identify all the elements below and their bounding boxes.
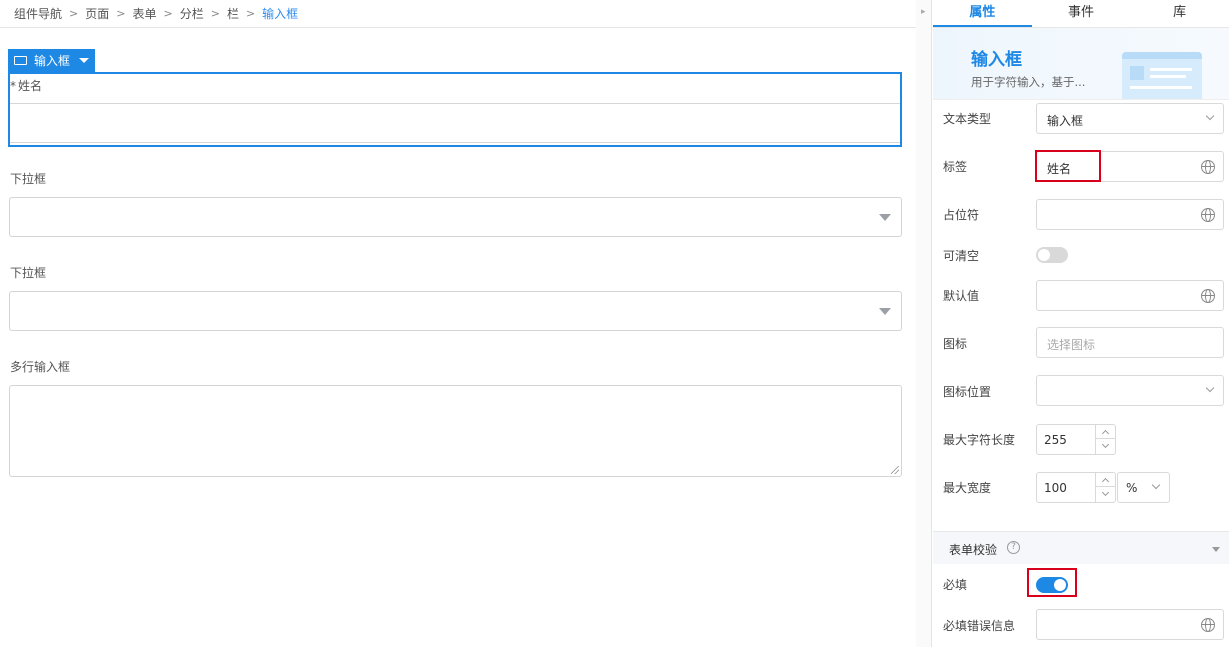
max-length-value: 255 (1044, 433, 1067, 447)
clearable-toggle[interactable] (1036, 247, 1068, 263)
globe-icon[interactable] (1201, 160, 1215, 174)
component-illustration-icon (1122, 52, 1202, 99)
required-highlight-box (1027, 568, 1077, 597)
breadcrumb-separator-icon: > (210, 7, 220, 20)
property-panel: 属性 事件 库 输入框 用于字符输入，基于... 文本类型 输入框 标签 姓名 (933, 0, 1229, 647)
max-width-unit: % (1126, 481, 1138, 495)
max-width-value: 100 (1044, 481, 1067, 495)
selected-component-name: 输入框 (34, 54, 71, 68)
icon-picker-placeholder: 选择图标 (1047, 338, 1096, 352)
placeholder-input[interactable] (1036, 199, 1224, 230)
name-field-label: * 姓名 (10, 77, 42, 94)
icon-position-select[interactable] (1036, 375, 1224, 406)
validation-section-header[interactable]: 表单校验 ? (933, 531, 1229, 564)
max-width-unit-select[interactable]: % (1117, 472, 1170, 503)
breadcrumb-item-page[interactable]: 页面 (85, 5, 109, 22)
icon-picker[interactable]: 选择图标 (1036, 327, 1224, 358)
caret-down-icon[interactable] (1212, 547, 1220, 552)
icon-position-label: 图标位置 (943, 385, 992, 399)
input-component-icon (14, 56, 27, 65)
globe-icon[interactable] (1201, 289, 1215, 303)
breadcrumb-separator-icon: > (116, 7, 126, 20)
required-mark: * (10, 79, 16, 93)
placeholder-prop-label: 占位符 (943, 208, 980, 222)
globe-icon[interactable] (1201, 208, 1215, 222)
panel-collapse-strip[interactable]: ▸ (916, 0, 932, 647)
required-label: 必填 (943, 578, 968, 592)
panel-tabs: 属性 事件 库 (933, 0, 1229, 28)
decrement-icon[interactable] (1096, 439, 1115, 453)
multiline-textarea[interactable] (9, 385, 902, 477)
default-value-input[interactable] (1036, 280, 1224, 311)
component-hero: 输入框 用于字符输入，基于... (933, 28, 1229, 100)
dropdown-2-label: 下拉框 (10, 266, 47, 280)
required-error-label: 必填错误信息 (943, 619, 1016, 633)
breadcrumb-separator-icon: > (245, 7, 256, 20)
selected-component-tag[interactable]: 输入框 (8, 49, 96, 72)
caret-down-icon (879, 214, 891, 221)
breadcrumb-item-column[interactable]: 栏 (227, 5, 239, 22)
caret-down-icon[interactable] (79, 58, 90, 63)
chevron-down-icon (1205, 383, 1215, 393)
validation-section-title: 表单校验 (949, 543, 998, 557)
max-length-label: 最大字符长度 (943, 433, 1016, 447)
design-canvas: 输入框 * 姓名 下拉框 下拉框 多行输入框 (0, 29, 916, 647)
breadcrumb-item-form[interactable]: 表单 (132, 5, 156, 22)
dropdown-1-label: 下拉框 (10, 172, 47, 186)
collapse-arrow-icon[interactable]: ▸ (921, 7, 926, 17)
globe-icon[interactable] (1201, 618, 1215, 632)
dropdown-1[interactable] (9, 197, 902, 237)
required-error-input[interactable] (1036, 609, 1224, 640)
component-title: 输入框 (971, 50, 1022, 70)
name-field-label-text: 姓名 (18, 79, 43, 93)
stepper-buttons (1095, 425, 1115, 454)
icon-prop-label: 图标 (943, 337, 968, 351)
default-value-label: 默认值 (943, 289, 980, 303)
chevron-down-icon (1205, 111, 1215, 121)
max-width-label: 最大宽度 (943, 481, 992, 495)
increment-icon[interactable] (1096, 473, 1115, 487)
text-type-value: 输入框 (1047, 114, 1084, 128)
label-prop-label: 标签 (943, 160, 968, 174)
text-type-label: 文本类型 (943, 112, 992, 126)
textarea-label: 多行输入框 (10, 360, 71, 374)
caret-down-icon (879, 308, 891, 315)
breadcrumb-item-component-nav[interactable]: 组件导航 (14, 5, 62, 22)
component-description: 用于字符输入，基于... (971, 75, 1086, 89)
name-input-component[interactable]: * 姓名 (8, 72, 902, 147)
breadcrumb-item-columns[interactable]: 分栏 (180, 5, 204, 22)
clearable-label: 可清空 (943, 249, 980, 263)
help-icon[interactable]: ? (1007, 541, 1020, 554)
label-highlight-box (1035, 150, 1101, 182)
chevron-down-icon (1151, 480, 1161, 490)
tab-library[interactable]: 库 (1130, 0, 1229, 27)
text-type-select[interactable]: 输入框 (1036, 103, 1224, 134)
name-input[interactable] (10, 103, 900, 143)
tab-events[interactable]: 事件 (1032, 0, 1131, 27)
increment-icon[interactable] (1096, 425, 1115, 439)
breadcrumb-separator-icon: > (69, 7, 79, 20)
breadcrumb: 组件导航 > 页面 > 表单 > 分栏 > 栏 > 输入框 (0, 0, 916, 28)
breadcrumb-item-current: 输入框 (262, 7, 299, 21)
stepper-buttons (1095, 473, 1115, 502)
max-length-stepper[interactable]: 255 (1036, 424, 1116, 455)
app: 组件导航 > 页面 > 表单 > 分栏 > 栏 > 输入框 ▸ 输入框 * 姓名 … (0, 0, 1229, 647)
max-width-stepper[interactable]: 100 (1036, 472, 1116, 503)
tab-properties[interactable]: 属性 (933, 0, 1032, 27)
dropdown-2[interactable] (9, 291, 902, 331)
decrement-icon[interactable] (1096, 487, 1115, 501)
breadcrumb-separator-icon: > (163, 7, 173, 20)
resize-grip-icon[interactable] (891, 466, 899, 474)
